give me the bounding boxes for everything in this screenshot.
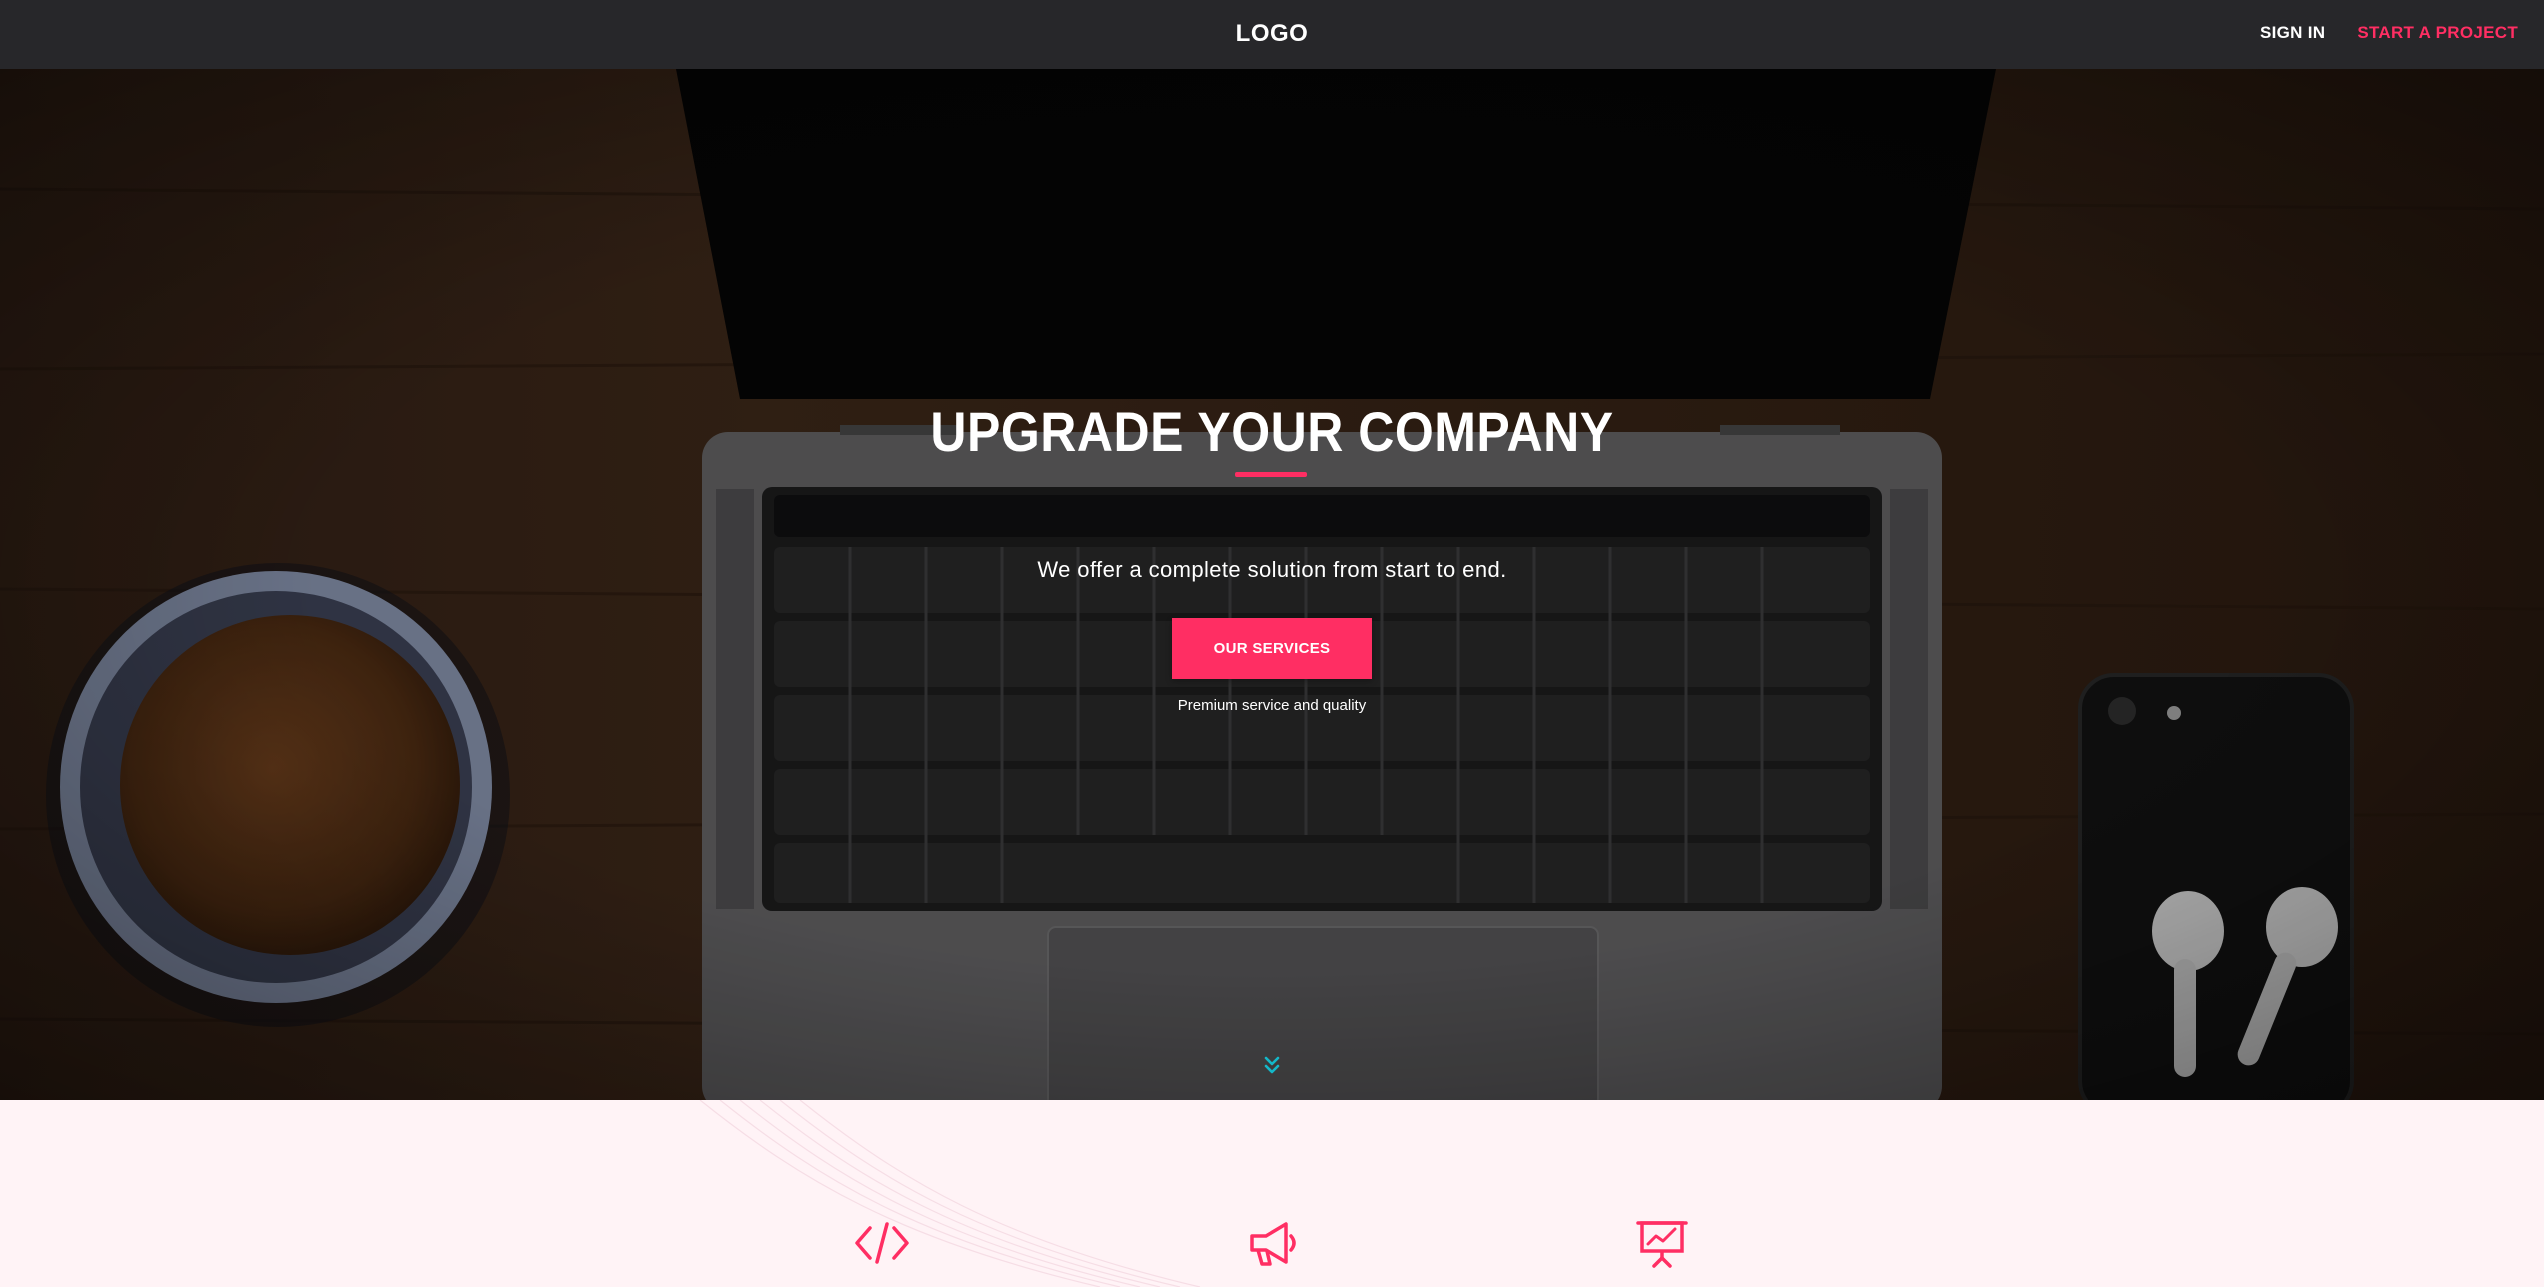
our-services-button[interactable]: OUR SERVICES [1172,618,1372,679]
presentation-chart-icon [1636,1221,1688,1268]
hero-subtitle: We offer a complete solution from start … [1037,557,1507,582]
hero-content: UPGRADE YOUR COMPANY We offer a complete… [0,69,2544,1100]
logo[interactable]: LOGO [0,20,2544,48]
nav-actions: SIGN IN START A PROJECT [2260,23,2518,43]
code-icon [855,1222,909,1264]
services-section [0,1100,2544,1287]
hero-section: UPGRADE YOUR COMPANY We offer a complete… [0,69,2544,1100]
double-chevron-down-icon[interactable] [1259,1053,1285,1077]
top-navbar: LOGO SIGN IN START A PROJECT [0,0,2544,69]
title-underline [1235,472,1307,477]
hero-title: UPGRADE YOUR COMPANY [930,400,1614,464]
megaphone-icon [1250,1222,1296,1266]
hero-tagline: Premium service and quality [1177,697,1367,714]
start-project-link[interactable]: START A PROJECT [2357,23,2518,43]
sign-in-link[interactable]: SIGN IN [2260,23,2325,43]
